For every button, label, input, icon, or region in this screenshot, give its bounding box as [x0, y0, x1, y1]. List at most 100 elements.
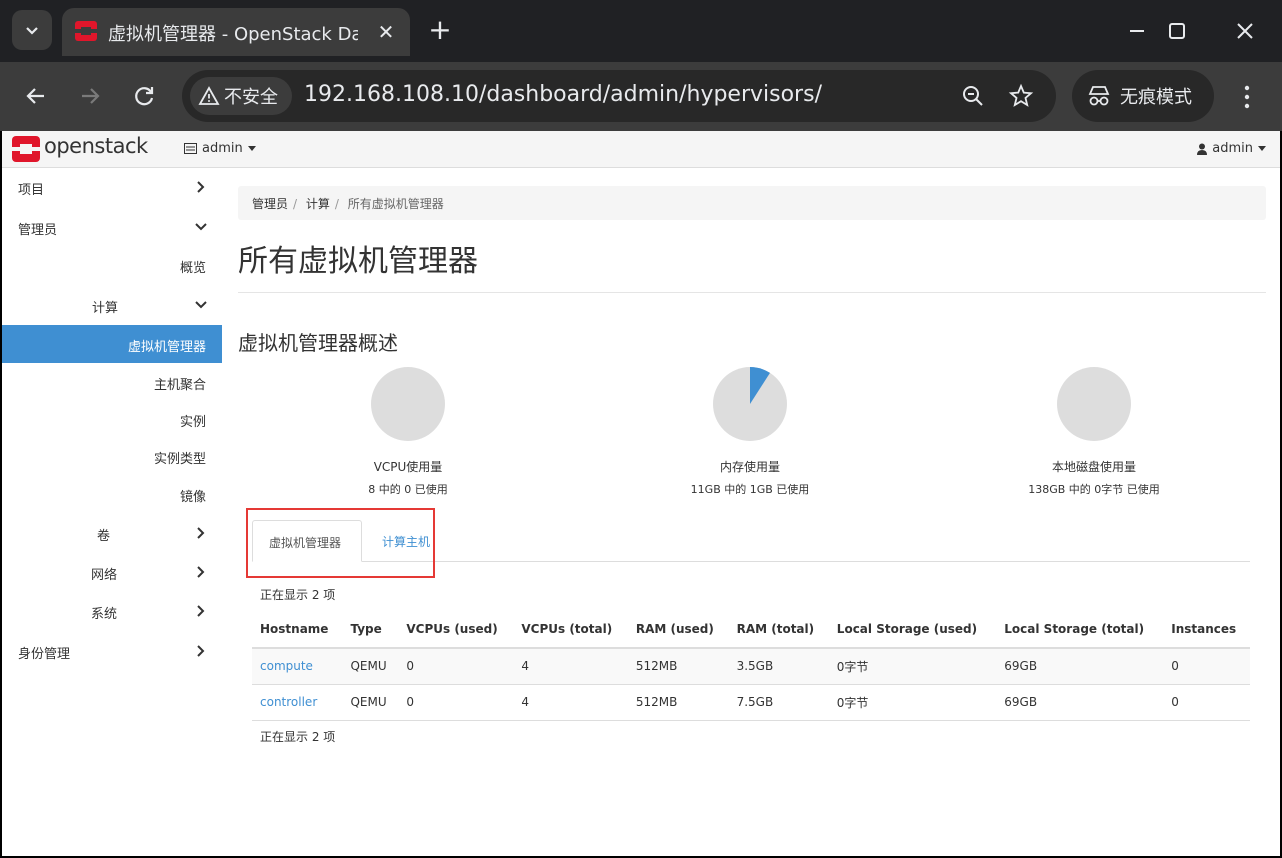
- sidebar-item-project[interactable]: 项目: [2, 168, 222, 206]
- tab-search-button[interactable]: [12, 10, 52, 50]
- usage-label: 内存使用量: [719, 460, 780, 474]
- security-label: 不安全: [224, 87, 278, 108]
- bookmark-star-icon[interactable]: [1008, 83, 1034, 109]
- sidebar-item-host-aggregates[interactable]: 主机聚合: [2, 363, 222, 401]
- column-header[interactable]: RAM (used): [627, 610, 729, 649]
- chevron-down-icon: [195, 301, 207, 309]
- breadcrumb-compute[interactable]: 计算: [306, 197, 330, 211]
- sidebar-item-identity[interactable]: 身份管理: [2, 632, 222, 670]
- sidebar: 项目 管理员 概览 计算 虚拟机管理器 主机聚合 实例 实例类型 镜像 卷 网络…: [2, 168, 222, 856]
- tab-title: 虚拟机管理器 - OpenStack Dashboard: [108, 24, 358, 45]
- pie-background: [371, 367, 445, 441]
- project-list-icon: [184, 143, 197, 154]
- more-menu-icon[interactable]: [1232, 80, 1262, 114]
- hostname-link[interactable]: compute: [260, 659, 313, 673]
- table-cell: 0: [1163, 648, 1250, 685]
- chevron-right-icon: [197, 181, 205, 193]
- sidebar-item-flavors[interactable]: 实例类型: [2, 437, 222, 475]
- column-header[interactable]: Instances: [1163, 610, 1250, 649]
- address-bar[interactable]: 不安全 192.168.108.10/dashboard/admin/hyper…: [182, 70, 1056, 122]
- usage-detail: 8 中的 0 已使用: [368, 483, 448, 496]
- table-cell: 4: [513, 648, 628, 685]
- dashboard-page: openstack admin admin 项目 管理员 概览 计算 虚拟机管理…: [2, 131, 1280, 856]
- usage-label: VCPU使用量: [373, 460, 443, 474]
- table-row: compute QEMU 0 4 512MB 3.5GB 0字节 69GB 0: [252, 648, 1250, 685]
- hostname-link[interactable]: controller: [260, 695, 317, 709]
- sidebar-item-hypervisors[interactable]: 虚拟机管理器: [2, 325, 222, 363]
- back-arrow-icon[interactable]: [20, 80, 52, 112]
- maximize-icon[interactable]: [1162, 16, 1192, 46]
- sidebar-item-admin[interactable]: 管理员: [2, 208, 222, 246]
- warning-triangle-icon: [198, 86, 220, 105]
- table-cell: 512MB: [627, 684, 729, 721]
- column-header[interactable]: Hostname: [252, 610, 343, 649]
- item-count-bottom: 正在显示 2 项: [260, 730, 336, 744]
- divider: [238, 292, 1266, 293]
- table-cell: 0: [398, 648, 514, 685]
- table-cell: 69GB: [996, 684, 1164, 721]
- usage-memory: 内存使用量 11GB 中的 1GB 已使用: [600, 366, 900, 497]
- usage-detail: 11GB 中的 1GB 已使用: [690, 483, 810, 496]
- sidebar-item-compute[interactable]: 计算: [2, 286, 222, 324]
- table-cell: QEMU: [342, 648, 399, 685]
- table-cell: 4: [513, 684, 628, 721]
- table-cell: 0字节: [828, 648, 997, 685]
- column-header[interactable]: Type: [342, 610, 399, 649]
- incognito-indicator[interactable]: 无痕模式: [1072, 70, 1214, 122]
- chevron-right-icon: [197, 645, 205, 657]
- minimize-icon[interactable]: [1122, 16, 1152, 46]
- sidebar-item-volumes[interactable]: 卷: [2, 514, 222, 552]
- top-navbar: openstack admin admin: [2, 131, 1280, 168]
- chevron-right-icon: [197, 605, 205, 617]
- openstack-logo-icon: [12, 136, 40, 162]
- openstack-logo[interactable]: openstack: [12, 134, 162, 164]
- breadcrumb-admin[interactable]: 管理员: [252, 197, 288, 211]
- user-icon: [1197, 143, 1208, 155]
- table-header-row: Hostname Type VCPUs (used) VCPUs (total)…: [252, 610, 1250, 649]
- column-header[interactable]: Local Storage (used): [828, 610, 997, 649]
- sidebar-item-network[interactable]: 网络: [2, 553, 222, 591]
- table-cell: 0字节: [828, 684, 997, 721]
- table-cell: 3.5GB: [728, 648, 829, 685]
- caret-down-icon: [247, 146, 256, 151]
- new-tab-button[interactable]: +: [424, 14, 456, 46]
- sidebar-item-overview[interactable]: 概览: [2, 246, 222, 284]
- column-header[interactable]: VCPUs (used): [398, 610, 514, 649]
- table-cell: 7.5GB: [728, 684, 829, 721]
- sidebar-item-instances[interactable]: 实例: [2, 400, 222, 438]
- chevron-down-icon: [26, 27, 38, 35]
- sidebar-item-images[interactable]: 镜像: [2, 475, 222, 513]
- close-tab-icon[interactable]: ✕: [374, 20, 398, 44]
- usage-detail: 138GB 中的 0字节 已使用: [1028, 483, 1160, 496]
- sidebar-item-system[interactable]: 系统: [2, 592, 222, 630]
- column-header[interactable]: VCPUs (total): [513, 610, 628, 649]
- browser-tab[interactable]: 虚拟机管理器 - OpenStack Dashboard ✕: [62, 8, 410, 56]
- hypervisors-table: Hostname Type VCPUs (used) VCPUs (total)…: [252, 610, 1250, 721]
- breadcrumb: 管理员 / 计算 / 所有虚拟机管理器: [238, 186, 1266, 220]
- tab-strip: 虚拟机管理器 - OpenStack Dashboard ✕ +: [0, 0, 1282, 62]
- reload-icon[interactable]: [128, 80, 160, 112]
- section-title: 虚拟机管理器概述: [238, 331, 398, 355]
- user-dropdown[interactable]: admin: [1197, 141, 1266, 156]
- security-chip[interactable]: 不安全: [190, 77, 292, 115]
- table-cell: QEMU: [342, 684, 399, 721]
- url-text[interactable]: 192.168.108.10/dashboard/admin/hyperviso…: [304, 82, 822, 107]
- item-count-top: 正在显示 2 项: [260, 588, 336, 602]
- browser-toolbar: 不安全 192.168.108.10/dashboard/admin/hyper…: [0, 62, 1282, 131]
- usage-disk: 本地磁盘使用量 138GB 中的 0字节 已使用: [944, 366, 1244, 497]
- project-dropdown[interactable]: admin: [184, 141, 256, 156]
- vcpu-pie-chart: [371, 367, 445, 441]
- chevron-down-icon: [195, 223, 207, 231]
- table-cell: controller: [252, 684, 343, 721]
- column-header[interactable]: RAM (total): [728, 610, 829, 649]
- page-title: 所有虚拟机管理器: [238, 244, 478, 279]
- memory-pie-chart: [713, 367, 787, 441]
- project-name: admin: [202, 141, 243, 156]
- column-header[interactable]: Local Storage (total): [996, 610, 1164, 649]
- close-window-icon[interactable]: [1230, 16, 1260, 46]
- forward-arrow-icon[interactable]: [74, 80, 106, 112]
- user-name: admin: [1212, 141, 1253, 156]
- zoom-icon[interactable]: [960, 83, 986, 109]
- usage-vcpu: VCPU使用量 8 中的 0 已使用: [258, 366, 558, 497]
- table-cell: 512MB: [627, 648, 729, 685]
